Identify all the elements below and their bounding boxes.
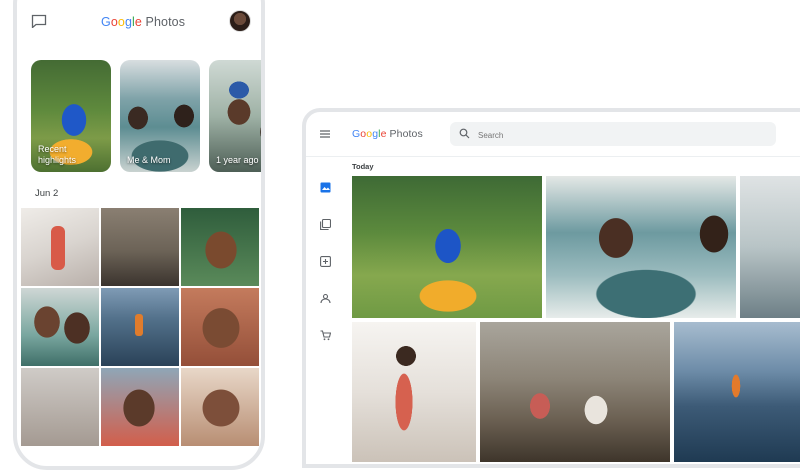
utilities-icon[interactable]: [320, 256, 331, 267]
avatar[interactable]: [229, 10, 251, 32]
print-store-icon[interactable]: [320, 330, 331, 341]
menu-icon[interactable]: [320, 130, 330, 138]
phone-frame: Google Photos Recent highlights Me & Mom…: [13, 0, 265, 470]
photo-thumbnail[interactable]: [352, 322, 476, 462]
memory-caption: Me & Mom: [127, 155, 171, 165]
photos-icon[interactable]: [320, 182, 331, 193]
date-heading: Jun 2: [35, 188, 59, 199]
photo-thumbnail[interactable]: [740, 176, 800, 318]
section-heading-today: Today: [352, 162, 374, 171]
memory-card-recent-highlights[interactable]: Recent highlights: [31, 60, 111, 172]
search-icon: [459, 128, 470, 139]
photo-thumbnail[interactable]: [21, 288, 99, 366]
photo-thumbnail[interactable]: [181, 368, 259, 446]
search-bar[interactable]: [450, 122, 776, 146]
memory-caption: 1 year ago: [216, 155, 259, 165]
photo-thumbnail[interactable]: [480, 322, 670, 462]
photo-thumbnail[interactable]: [21, 368, 99, 446]
photo-thumbnail[interactable]: [21, 208, 99, 286]
app-logo: Google Photos: [352, 128, 423, 140]
photo-thumbnail[interactable]: [101, 208, 179, 286]
app-logo: Google Photos: [101, 15, 186, 29]
photo-thumbnail[interactable]: [101, 368, 179, 446]
search-input[interactable]: [476, 126, 760, 144]
photo-thumbnail[interactable]: [181, 288, 259, 366]
photo-thumbnail[interactable]: [101, 288, 179, 366]
memories-carousel: Recent highlights Me & Mom 1 year ago: [31, 60, 261, 176]
phone-header: Google Photos: [17, 4, 261, 46]
sharing-icon[interactable]: [320, 293, 331, 304]
photo-thumbnail[interactable]: [352, 176, 542, 318]
albums-icon[interactable]: [320, 219, 331, 230]
top-bar: Google Photos: [306, 112, 800, 157]
tablet-frame: Google Photos Search Today: [302, 108, 800, 468]
memory-caption: Recent highlights: [38, 144, 77, 165]
photo-thumbnail[interactable]: [181, 208, 259, 286]
photo-thumbnail[interactable]: [546, 176, 736, 318]
memory-card-me-and-mom[interactable]: Me & Mom: [120, 60, 200, 172]
photo-thumbnail[interactable]: [674, 322, 800, 462]
sidebar: [306, 157, 346, 457]
memory-card-1-year-ago[interactable]: 1 year ago: [209, 60, 261, 172]
chat-icon[interactable]: [31, 14, 47, 28]
